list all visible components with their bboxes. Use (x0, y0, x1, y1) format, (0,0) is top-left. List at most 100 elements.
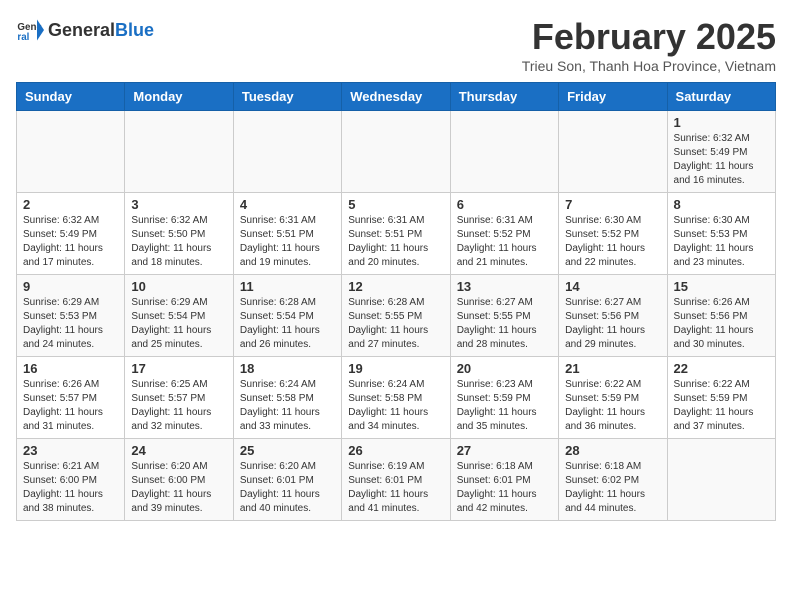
day-info: Sunrise: 6:27 AM Sunset: 5:55 PM Dayligh… (457, 296, 552, 352)
page-header: Gene ral GeneralBlue February 2025 Trieu… (16, 16, 776, 74)
main-title: February 2025 (522, 16, 776, 58)
day-number: 10 (131, 279, 226, 294)
calendar-day-cell: 23 Sunrise: 6:21 AM Sunset: 6:00 PM Dayli… (17, 439, 125, 521)
day-info: Sunrise: 6:26 AM Sunset: 5:56 PM Dayligh… (674, 296, 769, 352)
calendar-day-cell: 12Sunrise: 6:28 AM Sunset: 5:55 PM Dayli… (342, 275, 450, 357)
day-info: Sunrise: 6:32 AM Sunset: 5:49 PM Dayligh… (23, 214, 118, 270)
calendar-day-cell: 18 Sunrise: 6:24 AM Sunset: 5:58 PM Dayli… (233, 357, 341, 439)
day-number: 17 (131, 361, 226, 376)
calendar-day-cell: 21 Sunrise: 6:22 AM Sunset: 5:59 PM Dayli… (559, 357, 667, 439)
calendar-day-cell (450, 111, 558, 193)
weekday-header-tuesday: Tuesday (233, 83, 341, 111)
calendar-day-cell: 6 Sunrise: 6:31 AM Sunset: 5:52 PM Daylig… (450, 193, 558, 275)
calendar-day-cell: 24 Sunrise: 6:20 AM Sunset: 6:00 PM Dayli… (125, 439, 233, 521)
day-info: Sunrise: 6:25 AM Sunset: 5:57 PM Dayligh… (131, 378, 226, 434)
calendar-day-cell: 22 Sunrise: 6:22 AM Sunset: 5:59 PM Dayli… (667, 357, 775, 439)
day-info: Sunrise: 6:22 AM Sunset: 5:59 PM Dayligh… (565, 378, 660, 434)
day-number: 8 (674, 197, 769, 212)
day-number: 15 (674, 279, 769, 294)
calendar-day-cell: 10 Sunrise: 6:29 AM Sunset: 5:54 PM Dayli… (125, 275, 233, 357)
day-number: 24 (131, 443, 226, 458)
day-number: 28 (565, 443, 660, 458)
calendar-day-cell (342, 111, 450, 193)
day-info: Sunrise: 6:24 AM Sunset: 5:58 PM Dayligh… (348, 378, 443, 434)
day-number: 11 (240, 279, 335, 294)
calendar-day-cell: 1 Sunrise: 6:32 AM Sunset: 5:49 PM Daylig… (667, 111, 775, 193)
weekday-header-sunday: Sunday (17, 83, 125, 111)
day-info: Sunrise: 6:31 AM Sunset: 5:51 PM Dayligh… (348, 214, 443, 270)
weekday-header-thursday: Thursday (450, 83, 558, 111)
day-number: 5 (348, 197, 443, 212)
day-number: 16 (23, 361, 118, 376)
calendar-day-cell: 19Sunrise: 6:24 AM Sunset: 5:58 PM Dayli… (342, 357, 450, 439)
day-info: Sunrise: 6:32 AM Sunset: 5:49 PM Dayligh… (674, 132, 769, 188)
day-info: Sunrise: 6:24 AM Sunset: 5:58 PM Dayligh… (240, 378, 335, 434)
day-number: 13 (457, 279, 552, 294)
calendar-week-row: 16Sunrise: 6:26 AM Sunset: 5:57 PM Dayli… (17, 357, 776, 439)
calendar-day-cell: 20Sunrise: 6:23 AM Sunset: 5:59 PM Dayli… (450, 357, 558, 439)
day-number: 6 (457, 197, 552, 212)
logo-text-blue: Blue (115, 20, 154, 41)
calendar-day-cell: 5 Sunrise: 6:31 AM Sunset: 5:51 PM Daylig… (342, 193, 450, 275)
calendar-week-row: 9 Sunrise: 6:29 AM Sunset: 5:53 PM Daylig… (17, 275, 776, 357)
calendar-week-row: 23 Sunrise: 6:21 AM Sunset: 6:00 PM Dayli… (17, 439, 776, 521)
calendar-day-cell: 3Sunrise: 6:32 AM Sunset: 5:50 PM Daylig… (125, 193, 233, 275)
day-number: 4 (240, 197, 335, 212)
title-area: February 2025 Trieu Son, Thanh Hoa Provi… (522, 16, 776, 74)
day-number: 21 (565, 361, 660, 376)
day-number: 7 (565, 197, 660, 212)
calendar-day-cell: 4 Sunrise: 6:31 AM Sunset: 5:51 PM Daylig… (233, 193, 341, 275)
weekday-header-saturday: Saturday (667, 83, 775, 111)
day-info: Sunrise: 6:31 AM Sunset: 5:51 PM Dayligh… (240, 214, 335, 270)
logo-icon: Gene ral (16, 16, 44, 44)
calendar-day-cell: 8 Sunrise: 6:30 AM Sunset: 5:53 PM Daylig… (667, 193, 775, 275)
logo: Gene ral GeneralBlue (16, 16, 154, 44)
calendar-day-cell (667, 439, 775, 521)
day-info: Sunrise: 6:23 AM Sunset: 5:59 PM Dayligh… (457, 378, 552, 434)
logo-text-general: General (48, 20, 115, 41)
calendar-day-cell: 13 Sunrise: 6:27 AM Sunset: 5:55 PM Dayli… (450, 275, 558, 357)
calendar-day-cell: 9 Sunrise: 6:29 AM Sunset: 5:53 PM Daylig… (17, 275, 125, 357)
day-info: Sunrise: 6:18 AM Sunset: 6:02 PM Dayligh… (565, 460, 660, 516)
day-number: 26 (348, 443, 443, 458)
day-number: 22 (674, 361, 769, 376)
day-info: Sunrise: 6:27 AM Sunset: 5:56 PM Dayligh… (565, 296, 660, 352)
calendar-day-cell (233, 111, 341, 193)
day-info: Sunrise: 6:20 AM Sunset: 6:00 PM Dayligh… (131, 460, 226, 516)
calendar-day-cell: 28 Sunrise: 6:18 AM Sunset: 6:02 PM Dayli… (559, 439, 667, 521)
calendar-day-cell: 11 Sunrise: 6:28 AM Sunset: 5:54 PM Dayli… (233, 275, 341, 357)
calendar-week-row: 1 Sunrise: 6:32 AM Sunset: 5:49 PM Daylig… (17, 111, 776, 193)
calendar-day-cell: 16Sunrise: 6:26 AM Sunset: 5:57 PM Dayli… (17, 357, 125, 439)
day-info: Sunrise: 6:18 AM Sunset: 6:01 PM Dayligh… (457, 460, 552, 516)
day-number: 25 (240, 443, 335, 458)
calendar-day-cell: 2Sunrise: 6:32 AM Sunset: 5:49 PM Daylig… (17, 193, 125, 275)
day-info: Sunrise: 6:28 AM Sunset: 5:54 PM Dayligh… (240, 296, 335, 352)
day-info: Sunrise: 6:30 AM Sunset: 5:52 PM Dayligh… (565, 214, 660, 270)
day-number: 1 (674, 115, 769, 130)
day-number: 27 (457, 443, 552, 458)
weekday-header-row: SundayMondayTuesdayWednesdayThursdayFrid… (17, 83, 776, 111)
day-info: Sunrise: 6:20 AM Sunset: 6:01 PM Dayligh… (240, 460, 335, 516)
calendar-table: SundayMondayTuesdayWednesdayThursdayFrid… (16, 82, 776, 521)
calendar-day-cell: 25 Sunrise: 6:20 AM Sunset: 6:01 PM Dayli… (233, 439, 341, 521)
day-info: Sunrise: 6:30 AM Sunset: 5:53 PM Dayligh… (674, 214, 769, 270)
svg-text:ral: ral (17, 32, 29, 43)
day-info: Sunrise: 6:22 AM Sunset: 5:59 PM Dayligh… (674, 378, 769, 434)
day-info: Sunrise: 6:29 AM Sunset: 5:54 PM Dayligh… (131, 296, 226, 352)
day-info: Sunrise: 6:21 AM Sunset: 6:00 PM Dayligh… (23, 460, 118, 516)
weekday-header-wednesday: Wednesday (342, 83, 450, 111)
calendar-day-cell: 15 Sunrise: 6:26 AM Sunset: 5:56 PM Dayli… (667, 275, 775, 357)
day-number: 9 (23, 279, 118, 294)
day-number: 18 (240, 361, 335, 376)
calendar-day-cell (17, 111, 125, 193)
day-number: 3 (131, 197, 226, 212)
calendar-day-cell: 17 Sunrise: 6:25 AM Sunset: 5:57 PM Dayli… (125, 357, 233, 439)
day-info: Sunrise: 6:31 AM Sunset: 5:52 PM Dayligh… (457, 214, 552, 270)
day-number: 23 (23, 443, 118, 458)
sub-title: Trieu Son, Thanh Hoa Province, Vietnam (522, 58, 776, 74)
day-info: Sunrise: 6:29 AM Sunset: 5:53 PM Dayligh… (23, 296, 118, 352)
day-info: Sunrise: 6:19 AM Sunset: 6:01 PM Dayligh… (348, 460, 443, 516)
calendar-day-cell (559, 111, 667, 193)
calendar-day-cell: 26 Sunrise: 6:19 AM Sunset: 6:01 PM Dayli… (342, 439, 450, 521)
calendar-day-cell (125, 111, 233, 193)
